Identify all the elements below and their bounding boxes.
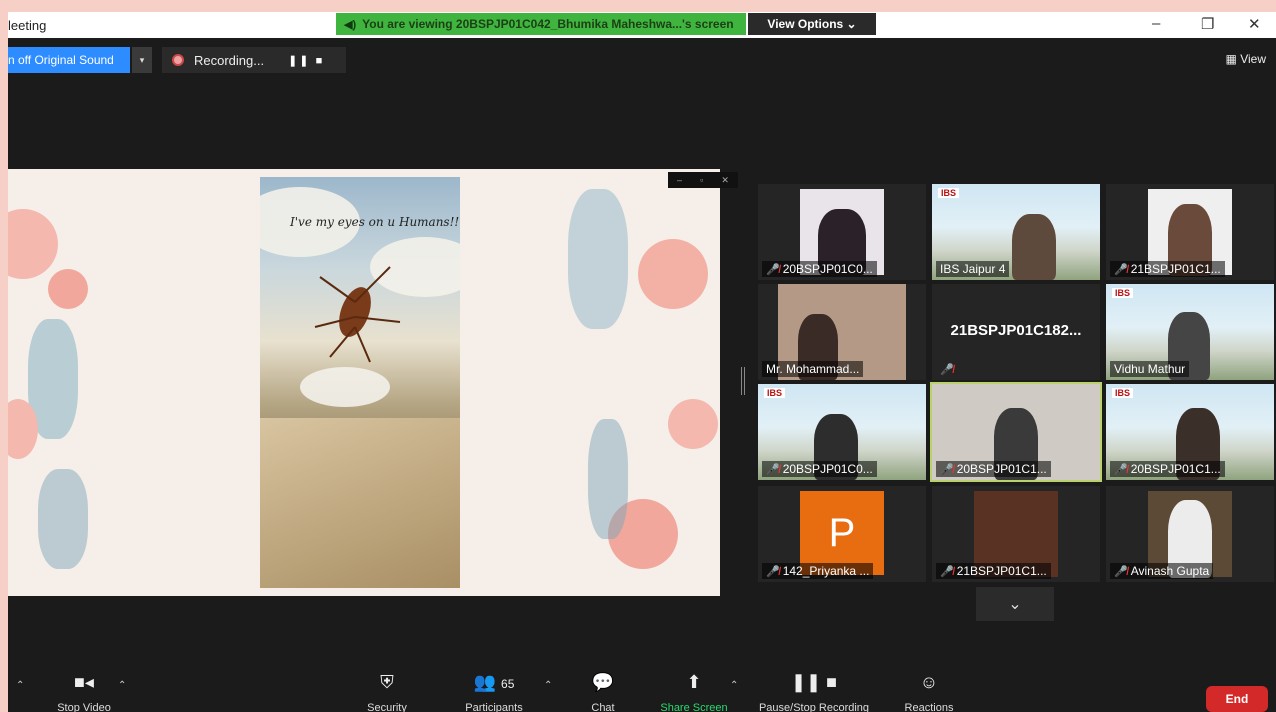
original-sound-caret[interactable]: ▾ — [132, 47, 152, 73]
audio-options-caret[interactable]: ⌃ — [16, 680, 24, 691]
viewing-banner: ◀) You are viewing 20BSPJP01C042_Bhumika… — [336, 13, 746, 35]
splitter-handle[interactable] — [741, 367, 745, 395]
recording-label: Recording... — [194, 52, 265, 68]
flower-decoration — [8, 209, 58, 279]
participant-tile[interactable]: IBS IBS Jaipur 4 — [932, 184, 1100, 280]
mic-muted-icon: 🎤̸ — [766, 263, 780, 276]
leaf-decoration — [568, 189, 628, 329]
participants-button[interactable]: 👥 65 Participants — [454, 672, 534, 712]
insect-photo: I've my eyes on u Humans!! — [260, 177, 460, 588]
next-page-button[interactable]: ⌄ — [976, 587, 1054, 621]
restore-button[interactable]: ❐ — [1201, 15, 1214, 33]
insect-icon — [314, 266, 401, 363]
record-dot-icon — [172, 54, 184, 66]
share-close-button[interactable]: ✕ — [721, 175, 729, 186]
minimize-button[interactable]: – — [1152, 15, 1160, 32]
mic-muted-icon: 🎤̸ — [766, 565, 780, 578]
chat-button[interactable]: 💬 Chat — [578, 672, 628, 712]
flower-decoration — [638, 239, 708, 309]
view-layout-button[interactable]: ▦ View — [1226, 52, 1266, 66]
share-screen-button[interactable]: ⬆ Share Screen — [654, 672, 734, 712]
avatar — [1012, 214, 1056, 280]
share-options-caret[interactable]: ⌃ — [730, 680, 738, 691]
participant-tile[interactable]: 🎤̸ Avinash Gupta — [1106, 486, 1274, 582]
participant-tile[interactable]: 21BSPJP01C182... 🎤̸ — [932, 284, 1100, 380]
participant-tile[interactable]: Mr. Mohammad... — [758, 284, 926, 380]
smiley-icon: ☺ — [919, 672, 939, 692]
participants-caret[interactable]: ⌃ — [544, 680, 552, 691]
people-icon: 👥 — [473, 672, 497, 692]
chat-icon: 💬 — [591, 672, 615, 692]
original-sound-button[interactable]: n off Original Sound — [8, 47, 130, 73]
flower-decoration — [668, 399, 718, 449]
stop-video-button[interactable]: ■◂ Stop Video — [44, 672, 124, 712]
flower-decoration — [48, 269, 88, 309]
close-button[interactable]: ✕ — [1248, 15, 1261, 33]
ibs-logo: IBS — [764, 388, 786, 398]
mic-muted-icon: 🎤̸ — [1114, 565, 1128, 578]
pause-stop-icon: ❚❚ ■ — [790, 672, 838, 692]
participant-tile-active[interactable]: 🎤̸ 20BSPJP01C1... — [930, 382, 1102, 482]
recording-pause-stop-controls[interactable]: ❚❚ ■ — [288, 54, 324, 67]
ibs-logo: IBS — [1112, 288, 1134, 298]
original-sound-label: n off Original Sound — [8, 53, 114, 67]
reactions-button[interactable]: ☺ Reactions — [894, 672, 964, 712]
mic-muted-icon: 🎤̸ — [1114, 263, 1128, 276]
ibs-logo: IBS — [938, 188, 960, 198]
participant-tile[interactable]: 🎤̸ 20BSPJP01C0... — [758, 184, 926, 280]
participant-tile[interactable]: IBS Vidhu Mathur — [1106, 284, 1274, 380]
participants-count: 65 — [501, 677, 515, 691]
share-minimize-button[interactable]: – — [677, 175, 682, 185]
leaf-decoration — [588, 419, 628, 539]
window-title: leeting — [8, 18, 47, 33]
speaker-icon: ◀) — [344, 18, 357, 31]
ibs-logo: IBS — [1112, 388, 1134, 398]
mic-muted-icon: 🎤̸ — [940, 364, 954, 376]
video-options-caret[interactable]: ⌃ — [118, 680, 126, 691]
view-options-label: View Options ⌄ — [767, 17, 857, 31]
zoom-window: leeting ◀) You are viewing 20BSPJP01C042… — [8, 12, 1276, 712]
title-bar: leeting ◀) You are viewing 20BSPJP01C042… — [8, 12, 1276, 38]
shield-icon: ⛨ — [380, 672, 394, 692]
participant-name-large: 21BSPJP01C182... — [950, 322, 1082, 339]
meeting-controls-bar: ⌃ ■◂ Stop Video ⌃ ⛨ Security 👥 65 Partic… — [8, 672, 1276, 712]
participant-tile[interactable]: IBS 🎤̸ 20BSPJP01C1... — [1106, 384, 1274, 480]
shared-screen: I've my eyes on u Humans!! — [8, 169, 720, 596]
leaf-decoration — [38, 469, 88, 569]
share-arrow-icon: ⬆ — [686, 672, 702, 692]
view-label: View — [1240, 52, 1266, 66]
participant-tile[interactable]: IBS 🎤̸ 20BSPJP01C0... — [758, 384, 926, 480]
participant-tile[interactable]: P 🎤̸ 142_Priyanka ... — [758, 486, 926, 582]
video-camera-icon: ■◂ — [74, 672, 94, 692]
security-button[interactable]: ⛨ Security — [352, 672, 422, 712]
pause-stop-recording-button[interactable]: ❚❚ ■ Pause/Stop Recording — [754, 672, 874, 712]
mic-muted-icon: 🎤̸ — [1114, 463, 1128, 476]
end-meeting-button[interactable]: End — [1206, 686, 1268, 712]
viewing-text: You are viewing 20BSPJP01C042_Bhumika Ma… — [362, 17, 734, 31]
recording-indicator: Recording... ❚❚ ■ — [162, 47, 346, 73]
building — [260, 418, 460, 588]
shared-window-controls[interactable]: – ▫ ✕ — [668, 172, 738, 188]
mic-muted-icon: 🎤̸ — [940, 463, 954, 476]
photo-caption: I've my eyes on u Humans!! — [290, 215, 460, 229]
mic-muted-icon: 🎤̸ — [766, 463, 780, 476]
share-restore-button[interactable]: ▫ — [700, 175, 703, 185]
grid-icon: ▦ — [1225, 52, 1237, 66]
participant-tile[interactable]: 🎤̸ 21BSPJP01C1... — [932, 486, 1100, 582]
view-options-button[interactable]: View Options ⌄ — [748, 13, 876, 35]
participant-tile[interactable]: 🎤̸ 21BSPJP01C1... — [1106, 184, 1274, 280]
mic-muted-icon: 🎤̸ — [940, 565, 954, 578]
